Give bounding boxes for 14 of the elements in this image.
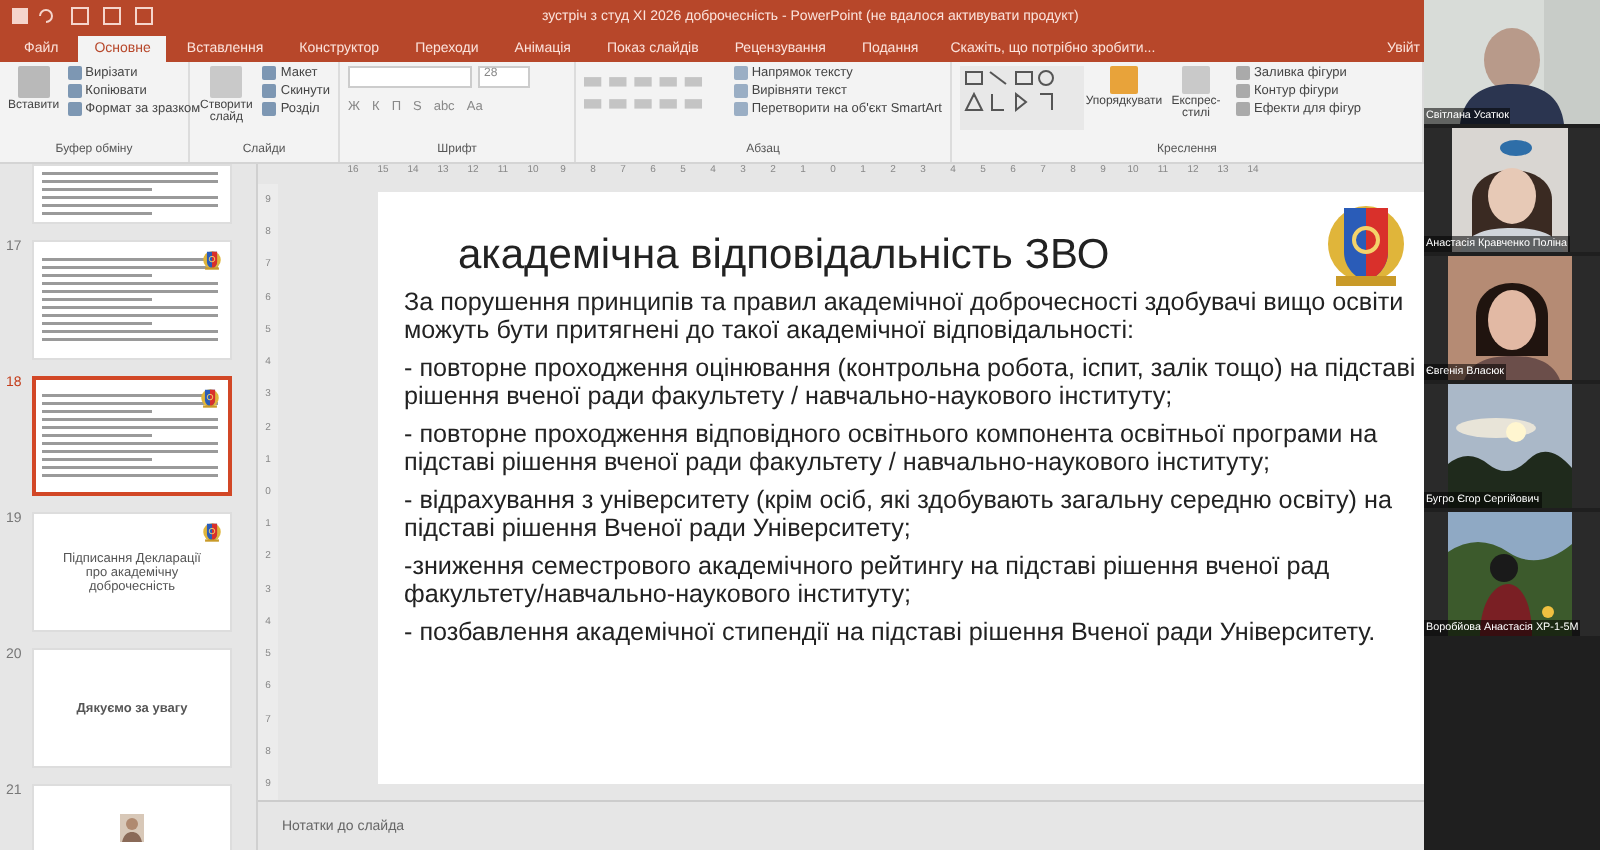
portrait-icon — [120, 814, 144, 842]
university-crest-icon — [202, 520, 222, 544]
slide-paragraph: - повторне проходження оцінювання (контрольна робота, іспит, залік тощо) на підставі рішення вченої ради факультету / навчально-наукового інституту; — [404, 354, 1418, 410]
shapes-gallery-icon[interactable] — [960, 66, 1084, 130]
slide-paragraph: -зниження семестрового академічного рейтингу на підставі рішення вченої рад факультету/навчально-наукового інституту; — [404, 552, 1332, 608]
slide-paragraph: За порушення принципів та правил академічної доброчесності здобувачі вищо освіти можуть бути притягнені до такої академічної відповідальності: — [404, 288, 1406, 344]
slide-title: академічна відповідальність ЗВО — [456, 230, 1110, 280]
slide-paragraph: - позбавлення академічної стипендії на підставі рішення Вченої ради Університету. — [404, 618, 1378, 646]
slide-paragraph: - відрахування з університету (крім осіб, які здобувають загальну середню освіту) на підставі рішення Вченої ради Університету; — [404, 486, 1394, 542]
university-crest-icon — [200, 386, 220, 410]
slide-paragraph: - повторне проходження відповідного освітнього компонента освітньої програми на підставі рішення вченої ради факультету / навчально-наукового інституту; — [404, 420, 1380, 476]
font-name-field[interactable] — [348, 66, 472, 88]
slide-thumbnail[interactable] — [32, 376, 232, 496]
university-crest-icon — [202, 248, 222, 272]
